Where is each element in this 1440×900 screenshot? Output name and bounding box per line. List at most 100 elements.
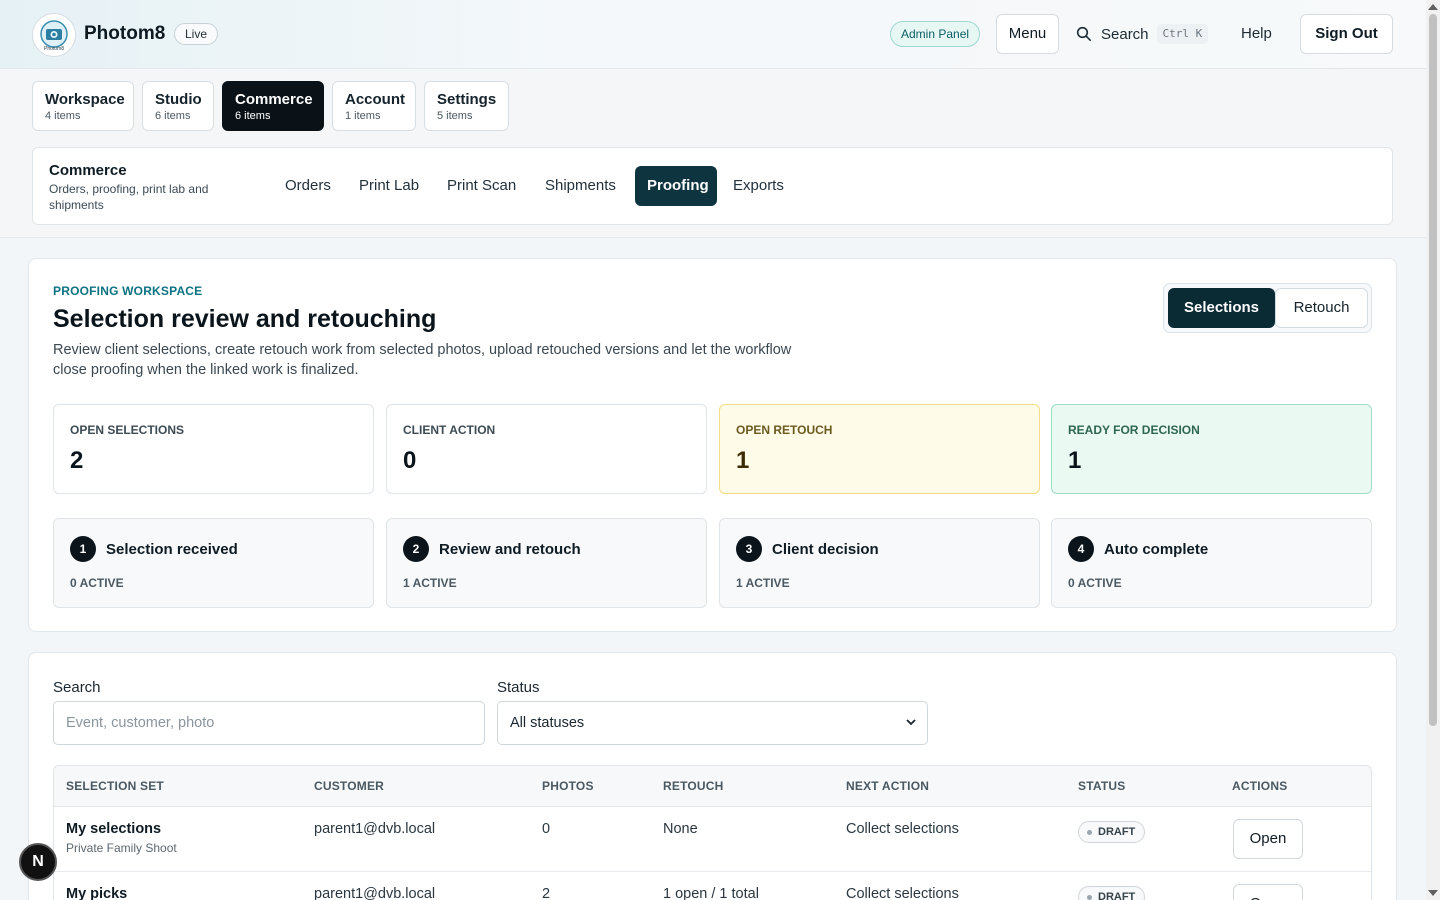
selection-set-name: My picks (66, 886, 128, 900)
column-header-customer[interactable]: CUSTOMER (314, 779, 384, 793)
step-name: Review and retouch (439, 541, 581, 558)
column-header-actions: ACTIONS (1232, 779, 1288, 793)
top-bar: Photom8 Photom8 Live Admin Panel Menu Se… (0, 0, 1426, 69)
workflow-step-client-decision: 3 Client decision 1 ACTIVE (719, 518, 1040, 608)
section-tab-title: Workspace (45, 91, 125, 108)
status-badge-label: DRAFT (1098, 891, 1136, 900)
step-name: Selection received (106, 541, 238, 558)
scrollbar-thumb[interactable] (1429, 14, 1437, 726)
dev-tools-button[interactable]: N (19, 843, 57, 881)
step-name: Client decision (772, 541, 879, 558)
subnav-description: Orders, proofing, print lab and shipment… (49, 182, 209, 212)
status-select-value: All statuses (510, 715, 585, 731)
stat-open-selections: OPEN SELECTIONS 2 (53, 404, 374, 494)
search-label: Search (1101, 25, 1149, 43)
column-header-photos[interactable]: PHOTOS (542, 779, 594, 793)
section-tab-studio[interactable]: Studio 6 items (142, 81, 214, 131)
next-action-cell: Collect selections (846, 821, 959, 837)
subnav-item-print-scan[interactable]: Print Scan (435, 166, 528, 206)
search-icon (1076, 26, 1091, 41)
step-name: Auto complete (1104, 541, 1209, 558)
selection-sets-card: Search Status All statuses SELECTION SET… (28, 652, 1397, 900)
column-header-next-action[interactable]: NEXT ACTION (846, 779, 929, 793)
search-input[interactable] (53, 701, 485, 745)
stat-label: CLIENT ACTION (403, 423, 496, 437)
brand-logo[interactable]: Photom8 (32, 13, 76, 57)
section-tab-settings[interactable]: Settings 5 items (424, 81, 509, 131)
step-active-count: 0 ACTIVE (1068, 576, 1122, 590)
stat-value: 0 (403, 447, 417, 474)
selection-set-name: My selections (66, 821, 162, 837)
next-action-cell: Collect selections (846, 886, 959, 900)
step-active-count: 1 ACTIVE (736, 576, 790, 590)
workflow-step-selection-received: 1 Selection received 0 ACTIVE (53, 518, 374, 608)
menu-button[interactable]: Menu (996, 14, 1059, 54)
subnav-item-proofing[interactable]: Proofing (635, 166, 717, 206)
global-search-button[interactable]: Search Ctrl K (1076, 14, 1209, 54)
selection-set-cell: My picks (66, 886, 127, 900)
eyebrow-label: PROOFING WORKSPACE (53, 284, 203, 298)
step-number: 4 (1068, 536, 1094, 562)
section-tab-count: 6 items (235, 110, 271, 122)
table-header: SELECTION SET CUSTOMER PHOTOS RETOUCH NE… (54, 766, 1371, 807)
admin-panel-button[interactable]: Admin Panel (890, 21, 981, 47)
subnav-item-exports[interactable]: Exports (721, 166, 796, 206)
selection-sets-table: SELECTION SET CUSTOMER PHOTOS RETOUCH NE… (53, 765, 1372, 900)
section-tab-title: Studio (155, 91, 202, 108)
scroll-up-arrow-icon[interactable] (1428, 4, 1438, 10)
camera-logo-icon: Photom8 (40, 20, 68, 52)
photos-cell: 0 (542, 821, 551, 837)
selection-set-event: Private Family Shoot (66, 841, 177, 855)
subnav-title: Commerce (49, 162, 127, 179)
chevron-down-icon (905, 702, 917, 761)
step-number: 2 (403, 536, 429, 562)
subnav-item-shipments[interactable]: Shipments (533, 166, 628, 206)
section-tab-title: Account (345, 91, 405, 108)
column-header-selection-set[interactable]: SELECTION SET (66, 779, 164, 793)
page-title: Selection review and retouching (53, 305, 437, 333)
open-button[interactable]: Open (1233, 819, 1303, 859)
stat-client-action: CLIENT ACTION 0 (386, 404, 707, 494)
scroll-down-arrow-icon[interactable] (1428, 890, 1438, 896)
open-button[interactable]: Open (1233, 884, 1303, 900)
selections-toggle-button[interactable]: Selections (1168, 288, 1275, 328)
stat-open-retouch: OPEN RETOUCH 1 (719, 404, 1040, 494)
step-number: 3 (736, 536, 762, 562)
column-header-retouch[interactable]: RETOUCH (663, 779, 724, 793)
status-dot-icon (1087, 894, 1092, 900)
search-shortcut: Ctrl K (1156, 24, 1209, 44)
subnav-item-orders[interactable]: Orders (273, 166, 343, 206)
retouch-cell: None (663, 821, 698, 837)
column-header-status[interactable]: STATUS (1078, 779, 1125, 793)
step-active-count: 0 ACTIVE (70, 576, 124, 590)
stat-label: OPEN SELECTIONS (70, 423, 185, 437)
customer-cell: parent1@dvb.local (314, 821, 436, 837)
retouch-toggle-button[interactable]: Retouch (1275, 288, 1368, 328)
section-tab-count: 6 items (155, 110, 191, 122)
stat-label: READY FOR DECISION (1068, 423, 1200, 437)
table-row[interactable]: My picks parent1@dvb.local 2 1 open / 1 … (54, 872, 1371, 900)
photos-cell: 2 (542, 886, 551, 900)
section-tab-account[interactable]: Account 1 items (332, 81, 416, 131)
selection-set-cell: My selections Private Family Shoot (66, 821, 177, 855)
table-row[interactable]: My selections Private Family Shoot paren… (54, 807, 1371, 872)
section-tab-title: Settings (437, 91, 497, 108)
section-tab-count: 1 items (345, 110, 381, 122)
view-toggle: Selections Retouch (1163, 283, 1372, 333)
section-tab-workspace[interactable]: Workspace 4 items (32, 81, 134, 131)
section-tab-count: 4 items (45, 110, 81, 122)
status-dot-icon (1087, 829, 1092, 835)
navigation-area: Workspace 4 items Studio 6 items Commerc… (0, 69, 1426, 238)
status-badge-label: DRAFT (1098, 826, 1136, 838)
help-link[interactable]: Help (1241, 25, 1272, 42)
sign-out-button[interactable]: Sign Out (1300, 14, 1393, 54)
section-tab-commerce[interactable]: Commerce 6 items (222, 81, 324, 131)
logo-text: Photom8 (44, 46, 64, 52)
live-badge: Live (174, 23, 219, 45)
subnav-item-print-lab[interactable]: Print Lab (347, 166, 431, 206)
vertical-scrollbar[interactable] (1426, 0, 1440, 900)
brand-name: Photom8 (84, 23, 166, 44)
status-select[interactable]: All statuses (497, 701, 928, 745)
status-badge: DRAFT (1078, 886, 1146, 900)
step-number: 1 (70, 536, 96, 562)
